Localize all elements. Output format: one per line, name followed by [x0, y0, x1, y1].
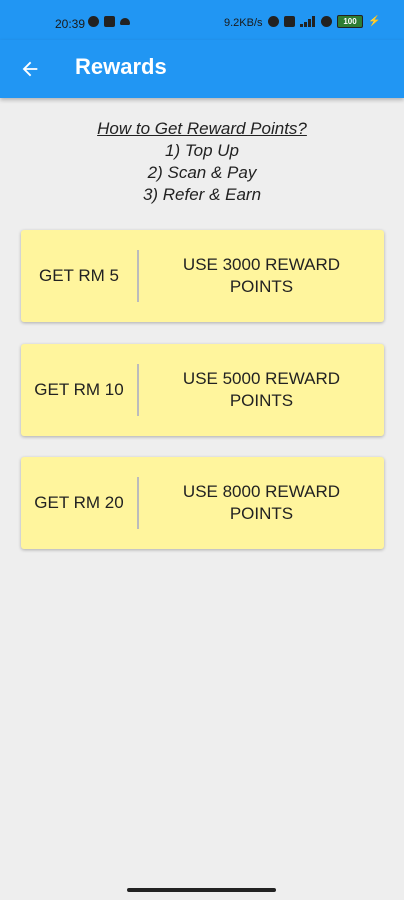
- home-indicator[interactable]: [127, 888, 276, 892]
- reward-use-label: USE 3000 REWARD POINTS: [182, 255, 341, 296]
- howto-section: How to Get Reward Points? 1) Top Up 2) S…: [0, 118, 404, 206]
- sim-icon: [284, 16, 295, 27]
- charging-icon: ⚡: [368, 16, 381, 27]
- status-time: 20:39: [55, 17, 86, 31]
- cloud-icon: [120, 18, 130, 25]
- reward-get-label: GET RM 5: [39, 266, 119, 285]
- gallery-notification-icon: [104, 16, 115, 27]
- howto-step-2: 2) Scan & Pay: [147, 163, 257, 182]
- network-speed: 9.2KB/s: [224, 17, 263, 29]
- howto-step-3: 3) Refer & Earn: [142, 185, 262, 204]
- reward-use-label: USE 8000 REWARD POINTS: [182, 482, 341, 523]
- reward-get-label: GET RM 20: [34, 493, 124, 512]
- app-notification-icon: [88, 16, 99, 27]
- reward-card-rm10[interactable]: GET RM 10 USE 5000 REWARD POINTS: [21, 344, 384, 436]
- signal-icon: [300, 16, 316, 27]
- howto-step-1: 1) Top Up: [164, 141, 240, 160]
- arrow-left-icon: [22, 61, 38, 77]
- reward-card-rm5[interactable]: GET RM 5 USE 3000 REWARD POINTS: [21, 230, 384, 322]
- status-notification-icons: [88, 16, 130, 27]
- status-bar: 20:39 9.2KB/s 100 ⚡: [0, 0, 404, 40]
- status-system-icons: 100 ⚡: [268, 15, 380, 28]
- alarm-icon: [268, 16, 279, 27]
- page-title: Rewards: [75, 54, 167, 79]
- reward-use-label: USE 5000 REWARD POINTS: [182, 369, 341, 410]
- wifi-icon: [321, 16, 332, 27]
- app-bar: Rewards: [0, 40, 404, 98]
- battery-icon: 100: [337, 15, 363, 28]
- howto-title: How to Get Reward Points?: [97, 119, 307, 138]
- reward-card-rm20[interactable]: GET RM 20 USE 8000 REWARD POINTS: [21, 457, 384, 549]
- back-button[interactable]: [14, 53, 46, 85]
- reward-get-label: GET RM 10: [34, 380, 124, 399]
